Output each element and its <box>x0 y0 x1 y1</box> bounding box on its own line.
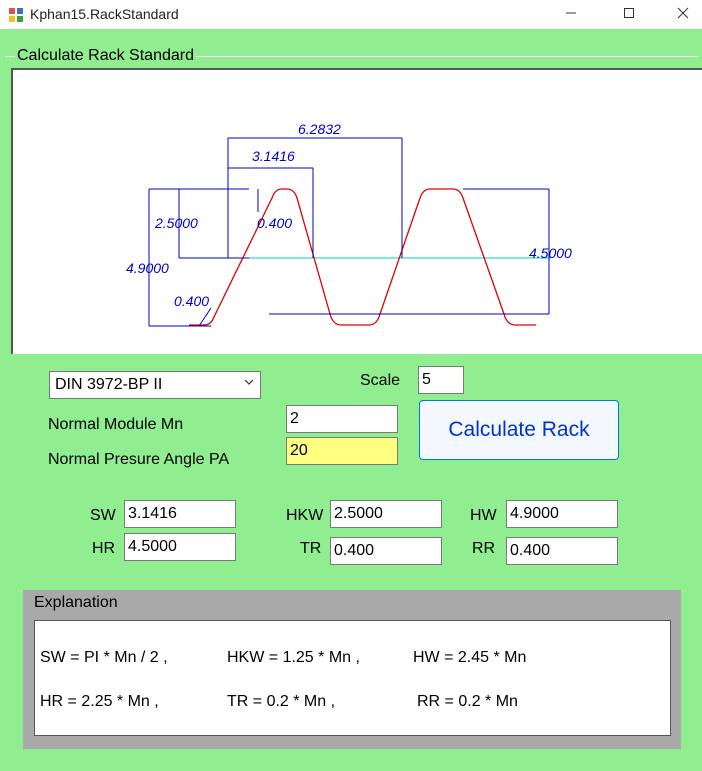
minimize-icon[interactable] <box>548 0 594 29</box>
rack-profile-drawing: 6.2832 3.1416 2.5000 0.400 4.9000 0.400 … <box>126 121 572 327</box>
canvas-border <box>11 68 13 354</box>
dim-tip-radius: 0.400 <box>257 215 292 231</box>
standard-select[interactable]: DIN 3972-BP II <box>49 371 261 399</box>
scale-input[interactable] <box>418 366 464 394</box>
module-input[interactable] <box>286 405 398 433</box>
dim-right-height: 4.5000 <box>529 245 572 261</box>
scale-label: Scale <box>360 372 401 389</box>
formula-hr: HR = 2.25 * Mn , <box>40 693 159 710</box>
pressure-angle-label: Normal Presure Angle PA <box>48 451 230 468</box>
formula-sw: SW = PI * Mn / 2 , <box>40 649 168 666</box>
explanation-title: Explanation <box>32 594 120 612</box>
chevron-down-icon <box>244 379 254 385</box>
title-bar: Kphan15.RackStandard <box>0 0 702 29</box>
hkw-output[interactable] <box>330 500 442 528</box>
app-icon <box>9 8 23 22</box>
rack-profile <box>189 188 536 326</box>
hw-output[interactable] <box>506 500 618 528</box>
standard-select-value: DIN 3972-BP II <box>55 376 163 393</box>
sw-label: SW <box>90 507 116 524</box>
close-icon[interactable] <box>660 0 702 29</box>
maximize-icon[interactable] <box>606 0 652 29</box>
calculate-rack-button[interactable]: Calculate Rack <box>419 400 619 460</box>
sw-output[interactable] <box>124 500 236 528</box>
window-title: Kphan15.RackStandard <box>30 6 179 22</box>
dim-half-pitch: 3.1416 <box>252 148 295 164</box>
hkw-label: HKW <box>286 507 324 524</box>
formula-hkw: HKW = 1.25 * Mn , <box>227 649 360 666</box>
canvas-border <box>11 68 702 70</box>
hr-output[interactable] <box>124 533 236 561</box>
module-label: Normal Module Mn <box>48 416 184 433</box>
formula-tr: TR = 0.2 * Mn , <box>227 693 336 710</box>
group-title: Calculate Rack Standard <box>15 47 196 65</box>
formula-hw: HW = 2.45 * Mn <box>413 649 527 666</box>
hw-label: HW <box>470 507 497 524</box>
tr-label: TR <box>300 540 322 557</box>
dim-total-pitch: 6.2832 <box>298 121 341 137</box>
dim-addendum: 2.5000 <box>154 215 198 231</box>
formula-rr: RR = 0.2 * Mn <box>417 693 518 710</box>
rr-label: RR <box>472 540 496 557</box>
dim-total-depth: 4.9000 <box>126 260 169 276</box>
rr-output[interactable] <box>506 537 618 565</box>
explanation-box: SW = PI * Mn / 2 , HKW = 1.25 * Mn , HW … <box>34 620 671 736</box>
hr-label: HR <box>92 540 116 557</box>
pressure-angle-input[interactable] <box>286 437 398 465</box>
dim-root-radius: 0.400 <box>174 293 209 309</box>
rack-drawing-canvas: 6.2832 3.1416 2.5000 0.400 4.9000 0.400 … <box>11 68 702 354</box>
tr-output[interactable] <box>330 537 442 565</box>
